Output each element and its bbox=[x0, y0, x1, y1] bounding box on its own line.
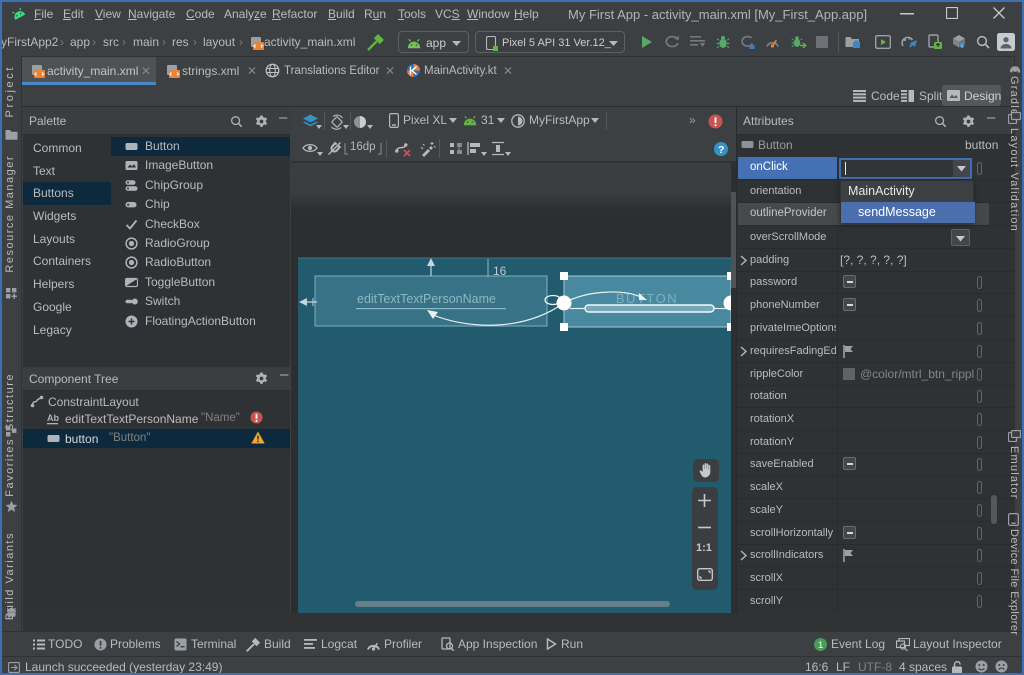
svg-text:16: 16 bbox=[493, 264, 507, 278]
svg-text:editTextTextPersonName: editTextTextPersonName bbox=[357, 292, 496, 306]
svg-text:?: ? bbox=[718, 144, 724, 156]
svg-text:1: 1 bbox=[818, 640, 823, 651]
svg-text:Ab: Ab bbox=[47, 413, 59, 423]
